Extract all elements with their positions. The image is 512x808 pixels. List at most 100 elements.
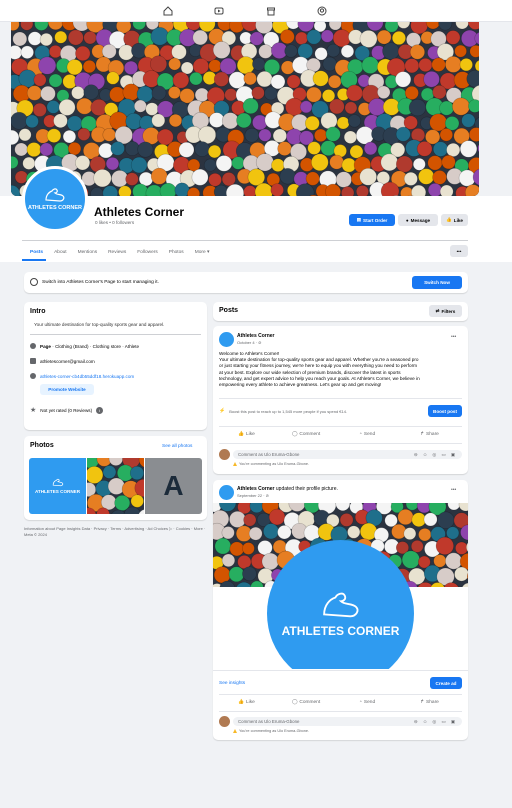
comment-input[interactable]: Comment as Ulo Eruma-Gbone ⊖ ☺ ◎ ▭ ▣ bbox=[233, 717, 462, 726]
ball-decoration bbox=[130, 156, 148, 174]
ball-decoration bbox=[305, 171, 320, 186]
info-icon bbox=[30, 343, 36, 349]
post-divider bbox=[219, 443, 462, 444]
comment-icon: ◯ bbox=[292, 432, 298, 437]
thumbs-up-icon: 👍 bbox=[446, 217, 452, 222]
comment-button[interactable]: ◯ Comment bbox=[292, 700, 320, 705]
create-ad-button[interactable]: Create ad bbox=[430, 677, 462, 689]
ball-decoration bbox=[168, 57, 181, 71]
footer-links[interactable]: Information about Page Insights Data · P… bbox=[24, 526, 207, 538]
post-menu-icon[interactable]: ••• bbox=[451, 334, 456, 340]
send-button[interactable]: ◔ Send bbox=[359, 432, 375, 437]
tab-more[interactable]: More ▾ bbox=[195, 250, 210, 255]
email-icon bbox=[30, 358, 36, 364]
promote-website-button[interactable]: Promote Website bbox=[40, 384, 94, 395]
ball-decoration bbox=[306, 29, 322, 45]
photo-tile-logo[interactable]: ATHLETES CORNER bbox=[29, 458, 86, 514]
photo-tile-logo-text: ATHLETES CORNER bbox=[34, 489, 81, 494]
home-icon[interactable] bbox=[162, 5, 174, 17]
post-date[interactable]: September 22 · ⊘ bbox=[237, 493, 269, 498]
post-menu-icon[interactable]: ••• bbox=[451, 487, 456, 493]
ball-decoration bbox=[397, 508, 414, 526]
comment-tool-icons[interactable]: ⊖ ☺ ◎ ▭ ▣ bbox=[414, 452, 457, 458]
rating-info-icon[interactable]: i bbox=[96, 406, 104, 414]
intro-card: Intro Your ultimate destination for top-… bbox=[24, 302, 207, 430]
groups-icon[interactable] bbox=[316, 5, 328, 17]
page-stats[interactable]: 0 likes • 0 followers bbox=[95, 220, 134, 225]
post-author-avatar[interactable] bbox=[219, 485, 234, 500]
tab-followers[interactable]: Followers bbox=[137, 250, 158, 255]
ball-decoration bbox=[299, 100, 313, 114]
like-button[interactable]: 👍 Like bbox=[238, 432, 255, 437]
comment-button[interactable]: ◯ Comment bbox=[292, 432, 320, 437]
ball-decoration bbox=[346, 84, 363, 102]
website-link[interactable]: athletes-corner-cb4db55ddf18.herokuapp.c… bbox=[40, 374, 134, 379]
ball-decoration bbox=[320, 29, 334, 43]
post-author-name[interactable]: Athletes Corner bbox=[237, 333, 275, 339]
profile-avatar[interactable]: ATHLETES CORNER bbox=[22, 166, 88, 232]
ball-decoration bbox=[459, 140, 478, 158]
post-divider bbox=[219, 426, 462, 427]
boost-post-button[interactable]: Boost post bbox=[428, 405, 462, 417]
ball-decoration bbox=[54, 30, 68, 44]
ball-decoration bbox=[203, 158, 217, 172]
ball-decoration bbox=[106, 71, 120, 85]
tab-mentions[interactable]: Mentions bbox=[78, 250, 97, 255]
ball-decoration bbox=[410, 539, 424, 553]
ball-decoration bbox=[151, 113, 166, 128]
boost-chart-icon: ⚡ bbox=[219, 408, 226, 414]
ball-decoration bbox=[445, 552, 463, 570]
start-order-button[interactable]: ▤ Start Order bbox=[349, 214, 395, 226]
globe-icon bbox=[30, 373, 36, 379]
tab-about[interactable]: About bbox=[54, 250, 67, 255]
post-text-line: empowering every athlete to achieve grea… bbox=[219, 382, 382, 388]
header-divider bbox=[22, 240, 468, 241]
messenger-icon: ● bbox=[405, 217, 409, 223]
see-all-photos-link[interactable]: See all photos bbox=[162, 444, 192, 449]
post-author-name[interactable]: Athletes Corner bbox=[237, 486, 275, 492]
ball-decoration bbox=[435, 536, 454, 555]
photo-tile-balls[interactable] bbox=[87, 458, 144, 514]
intro-divider bbox=[30, 334, 201, 335]
post-author-avatar[interactable] bbox=[219, 332, 234, 347]
comment-tool-icons[interactable]: ⊖ ☺ ◎ ▭ ▣ bbox=[414, 719, 457, 725]
ball-decoration bbox=[171, 44, 187, 60]
ball-decoration bbox=[355, 185, 369, 196]
like-page-button[interactable]: 👍 Like bbox=[441, 214, 468, 226]
share-button[interactable]: ↱ Share bbox=[420, 700, 439, 705]
like-button[interactable]: 👍 Like bbox=[238, 700, 255, 705]
posts-header-card: Posts ⇌ Filters bbox=[213, 302, 468, 321]
ball-decoration bbox=[236, 112, 252, 129]
ball-decoration bbox=[40, 85, 56, 102]
ball-decoration bbox=[306, 86, 322, 103]
more-options-button[interactable]: ••• bbox=[450, 245, 468, 257]
share-icon: ↱ bbox=[420, 432, 425, 437]
ball-decoration bbox=[221, 553, 236, 568]
ball-decoration bbox=[168, 86, 181, 99]
avatar-logo-text: ATHLETES CORNER bbox=[28, 205, 82, 211]
ball-decoration bbox=[168, 113, 183, 128]
photo-tile-letter[interactable]: A bbox=[145, 458, 202, 514]
ball-decoration bbox=[441, 155, 456, 170]
cover-photo[interactable] bbox=[11, 22, 479, 196]
ball-decoration bbox=[322, 56, 338, 72]
tab-posts[interactable]: Posts bbox=[30, 250, 43, 255]
ball-decoration bbox=[329, 98, 345, 115]
profile-picture-update-image[interactable]: ATHLETES CORNER bbox=[213, 503, 468, 669]
share-button[interactable]: ↱ Share bbox=[420, 432, 439, 437]
message-button[interactable]: ● Message bbox=[398, 214, 438, 226]
filters-button[interactable]: ⇌ Filters bbox=[429, 305, 462, 317]
see-insights-link[interactable]: See insights bbox=[219, 681, 245, 686]
ball-decoration bbox=[277, 141, 292, 156]
marketplace-icon[interactable] bbox=[265, 5, 277, 17]
post-date[interactable]: October 4 · ⊘ bbox=[237, 340, 261, 345]
switch-now-button[interactable]: Switch Now bbox=[412, 276, 462, 289]
comment-input[interactable]: Comment as Ulo Eruma-Gbone ⊖ ☺ ◎ ▭ ▣ bbox=[233, 450, 462, 459]
ball-decoration bbox=[339, 513, 354, 527]
ball-decoration bbox=[46, 128, 62, 143]
tab-photos[interactable]: Photos bbox=[169, 250, 184, 255]
send-button[interactable]: ◔ Send bbox=[359, 700, 375, 705]
tab-reviews[interactable]: Reviews bbox=[108, 250, 126, 255]
video-icon[interactable] bbox=[213, 5, 225, 17]
ball-decoration bbox=[82, 59, 96, 74]
